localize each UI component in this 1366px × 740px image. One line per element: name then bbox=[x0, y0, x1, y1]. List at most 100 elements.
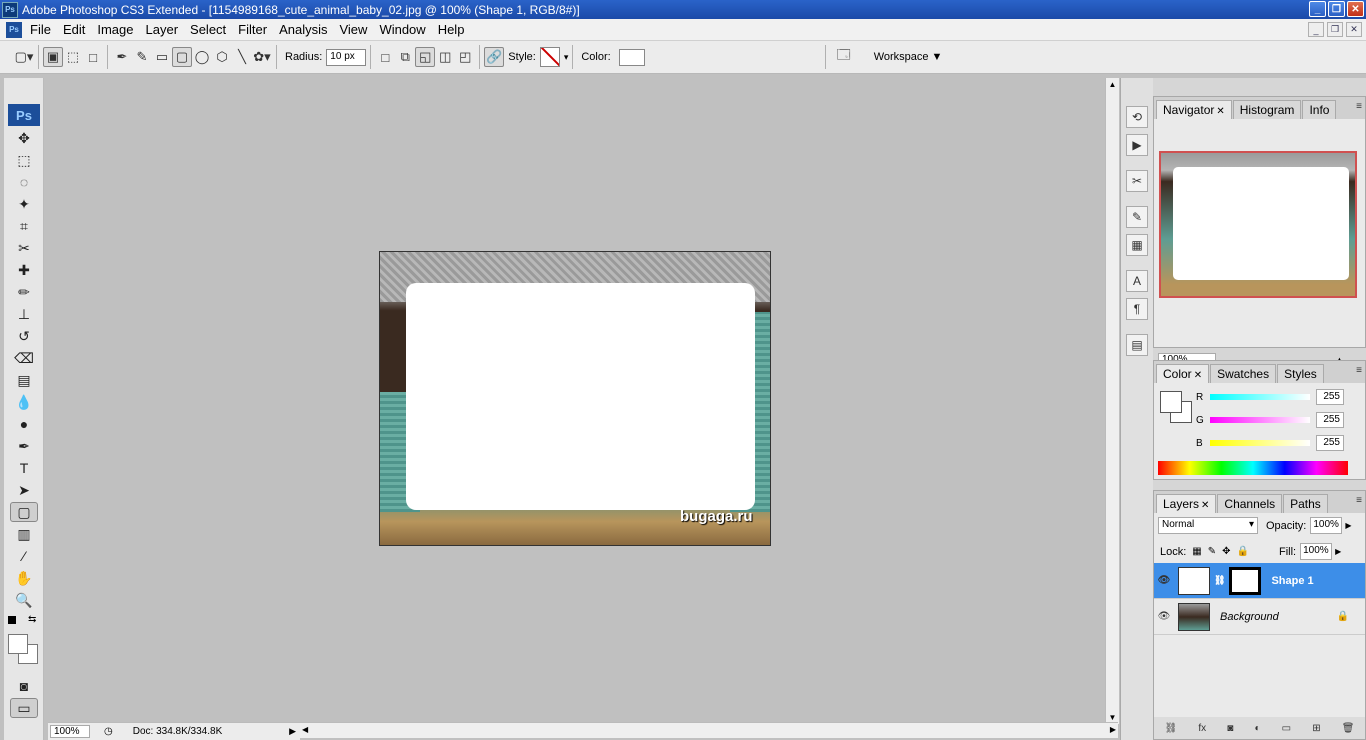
healing-brush-tool-icon[interactable]: ✚ bbox=[10, 260, 38, 280]
close-button[interactable]: ✕ bbox=[1347, 1, 1364, 17]
document-canvas[interactable]: bugaga.ru bbox=[379, 251, 771, 546]
tab-color[interactable]: Color ✕ bbox=[1156, 364, 1210, 383]
screen-mode-icon[interactable]: ▭ bbox=[10, 698, 38, 718]
menu-window[interactable]: Window bbox=[373, 22, 431, 37]
rectangle-icon[interactable]: ▭ bbox=[152, 47, 172, 67]
paths-icon[interactable]: ⬚ bbox=[63, 47, 83, 67]
tab-paths[interactable]: Paths bbox=[1283, 494, 1328, 513]
menu-help[interactable]: Help bbox=[432, 22, 471, 37]
move-tool-icon[interactable]: ✥ bbox=[10, 128, 38, 148]
style-swatch[interactable] bbox=[539, 47, 560, 67]
new-layer-icon[interactable]: ⊞ bbox=[1312, 723, 1320, 734]
notes-tool-icon[interactable]: ▥ bbox=[10, 524, 38, 544]
g-slider[interactable] bbox=[1210, 417, 1310, 423]
ellipse-icon[interactable]: ◯ bbox=[192, 47, 212, 67]
link-style-icon[interactable]: 🔗 bbox=[484, 47, 505, 67]
visibility-eye-icon[interactable]: 👁 bbox=[1154, 575, 1174, 586]
blend-mode-select[interactable]: Normal ▾ bbox=[1158, 517, 1258, 534]
swap-colors-icon[interactable]: ⇆ bbox=[28, 614, 36, 625]
clone-source-icon[interactable]: ▦ bbox=[1126, 234, 1148, 256]
lock-transparent-icon[interactable]: ▦ bbox=[1192, 546, 1201, 557]
tab-layers[interactable]: Layers ✕ bbox=[1156, 494, 1217, 513]
freeform-pen-icon[interactable]: ✎ bbox=[132, 47, 152, 67]
eyedropper-tool-icon[interactable]: ⁄ bbox=[10, 546, 38, 566]
custom-shape-icon[interactable]: ✿▾ bbox=[252, 47, 272, 67]
gradient-tool-icon[interactable]: ▤ bbox=[10, 370, 38, 390]
exclude-shape-icon[interactable]: ◰ bbox=[455, 47, 475, 67]
default-colors-icon[interactable] bbox=[8, 616, 16, 624]
zoom-field[interactable]: 100% bbox=[50, 725, 90, 738]
crop-tool-icon[interactable]: ⌗ bbox=[10, 216, 38, 236]
paragraph-icon[interactable]: ¶ bbox=[1126, 298, 1148, 320]
workspace-menu[interactable]: Workspace ▼ bbox=[874, 51, 943, 63]
dodge-tool-icon[interactable]: ● bbox=[10, 414, 38, 434]
doc-minimize-button[interactable]: _ bbox=[1308, 22, 1324, 37]
rounded-rectangle-icon[interactable]: ▢ bbox=[172, 47, 192, 67]
lock-image-icon[interactable]: ✎ bbox=[1208, 546, 1216, 557]
type-tool-icon[interactable]: T bbox=[10, 458, 38, 478]
status-icon[interactable]: ◷ bbox=[104, 726, 113, 737]
document-icon[interactable]: Ps bbox=[6, 21, 22, 38]
adjustment-layer-icon[interactable]: ◐ bbox=[1254, 723, 1260, 734]
tab-swatches[interactable]: Swatches bbox=[1210, 364, 1277, 383]
scroll-left-icon[interactable]: ◀ bbox=[302, 725, 308, 734]
color-swatch[interactable] bbox=[618, 48, 645, 66]
brushes-icon[interactable]: ✎ bbox=[1126, 206, 1148, 228]
tool-preset-icon[interactable]: ▢▾ bbox=[14, 47, 34, 67]
scroll-right-icon[interactable]: ▶ bbox=[1110, 725, 1116, 734]
tab-histogram[interactable]: Histogram bbox=[1232, 100, 1302, 119]
r-value[interactable]: 255 bbox=[1316, 389, 1344, 405]
history-brush-tool-icon[interactable]: ↺ bbox=[10, 326, 38, 346]
menu-analysis[interactable]: Analysis bbox=[273, 22, 333, 37]
quick-mask-icon[interactable]: ◙ bbox=[10, 676, 38, 696]
layer-background[interactable]: 👁 Background 🔒 bbox=[1154, 599, 1365, 635]
history-icon[interactable]: ⟲ bbox=[1126, 106, 1148, 128]
character-icon[interactable]: A bbox=[1126, 270, 1148, 292]
close-icon[interactable]: ✕ bbox=[1201, 500, 1209, 511]
new-group-icon[interactable]: ▭ bbox=[1282, 723, 1291, 734]
color-spectrum[interactable] bbox=[1158, 461, 1348, 475]
b-value[interactable]: 255 bbox=[1316, 435, 1344, 451]
marquee-tool-icon[interactable]: ⬚ bbox=[10, 150, 38, 170]
lock-position-icon[interactable]: ✥ bbox=[1222, 546, 1230, 557]
lock-all-icon[interactable]: 🔒 bbox=[1237, 546, 1249, 557]
fill-field[interactable]: 100% bbox=[1300, 543, 1333, 560]
panel-menu-icon[interactable]: ≡ bbox=[1356, 365, 1362, 376]
path-selection-tool-icon[interactable]: ➤ bbox=[10, 480, 38, 500]
tab-channels[interactable]: Channels bbox=[1217, 494, 1283, 513]
vertical-scrollbar[interactable]: ▲ ▼ bbox=[1105, 78, 1119, 724]
navigator-thumbnail[interactable] bbox=[1159, 151, 1357, 298]
menu-view[interactable]: View bbox=[333, 22, 373, 37]
polygon-icon[interactable]: ⬡ bbox=[212, 47, 232, 67]
r-slider[interactable] bbox=[1210, 394, 1310, 400]
rounded-rectangle-shape[interactable] bbox=[406, 283, 755, 510]
pen-icon[interactable]: ✒ bbox=[112, 47, 132, 67]
subtract-shape-icon[interactable]: ◱ bbox=[415, 47, 436, 67]
horizontal-scrollbar[interactable]: ◀ ▶ bbox=[300, 722, 1118, 738]
opacity-arrow-icon[interactable]: ▶ bbox=[1345, 521, 1351, 530]
tab-navigator[interactable]: Navigator ✕ bbox=[1156, 100, 1232, 119]
foreground-color-box[interactable] bbox=[1160, 391, 1182, 413]
link-layers-icon[interactable]: ⛓ bbox=[1165, 723, 1178, 734]
line-icon[interactable]: ╲ bbox=[232, 47, 252, 67]
menu-layer[interactable]: Layer bbox=[140, 22, 185, 37]
opacity-field[interactable]: 100% bbox=[1310, 517, 1343, 534]
clone-stamp-tool-icon[interactable]: ⊥ bbox=[10, 304, 38, 324]
menu-image[interactable]: Image bbox=[91, 22, 139, 37]
doc-restore-button[interactable]: ❐ bbox=[1327, 22, 1343, 37]
minimize-button[interactable]: _ bbox=[1309, 1, 1326, 17]
magic-wand-tool-icon[interactable]: ✦ bbox=[10, 194, 38, 214]
close-icon[interactable]: ✕ bbox=[1216, 106, 1224, 117]
scroll-up-icon[interactable]: ▲ bbox=[1106, 80, 1119, 89]
blur-tool-icon[interactable]: 💧 bbox=[10, 392, 38, 412]
shape-layers-icon[interactable]: ▣ bbox=[43, 47, 63, 67]
shape-tool-icon[interactable]: ▢ bbox=[10, 502, 38, 522]
style-dropdown-icon[interactable]: ▾ bbox=[564, 52, 569, 63]
panel-menu-icon[interactable]: ≡ bbox=[1356, 101, 1362, 112]
foreground-color-swatch[interactable] bbox=[8, 634, 28, 654]
fill-arrow-icon[interactable]: ▶ bbox=[1335, 547, 1341, 556]
visibility-eye-icon[interactable]: 👁 bbox=[1154, 611, 1174, 622]
tab-info[interactable]: Info bbox=[1302, 100, 1337, 119]
doc-close-button[interactable]: ✕ bbox=[1346, 22, 1362, 37]
tool-presets-icon[interactable]: ✂ bbox=[1126, 170, 1148, 192]
